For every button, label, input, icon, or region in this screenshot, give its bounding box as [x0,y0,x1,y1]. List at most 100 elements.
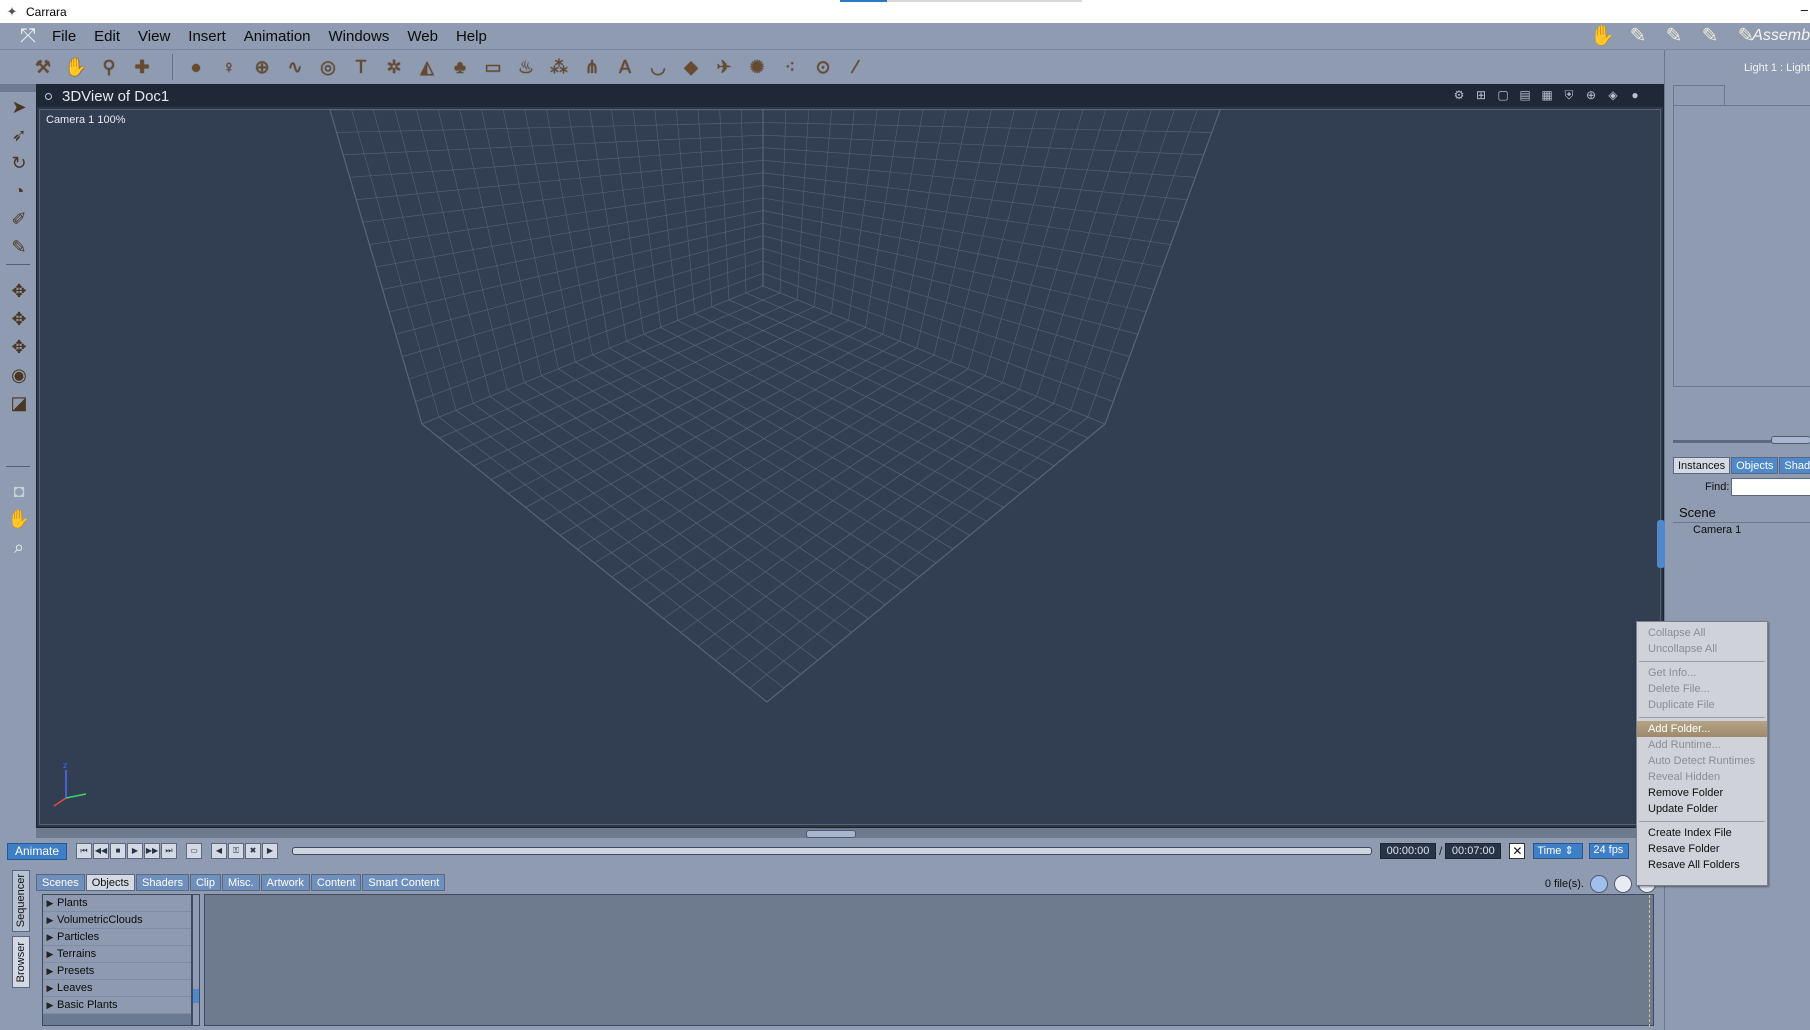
tab-shaders[interactable]: Shade [1779,457,1810,474]
move-horizontal-icon[interactable]: ✥ [6,334,32,360]
menu-edit[interactable]: Edit [94,28,120,45]
room-model-icon[interactable]: ✎ [1626,24,1650,48]
view-layout-single-icon[interactable]: ▢ [1495,87,1511,103]
spline-sphere-icon[interactable]: ⊕ [249,54,275,80]
menu-file[interactable]: File [52,28,76,45]
view-layout-two-icon[interactable]: ▤ [1517,87,1533,103]
room-storyboard-icon[interactable]: ✎ [1662,24,1686,48]
expand-triangle-icon[interactable]: ▶ [43,966,57,977]
move-xyz-icon[interactable]: ✥ [6,306,32,332]
go-to-start-icon[interactable]: ⏮ [76,843,92,859]
key-icon[interactable]: ⚿ [228,843,244,859]
text-icon[interactable]: T [348,54,374,80]
fast-forward-icon[interactable]: ▶▶ [144,843,160,859]
panel-splitter-handle[interactable] [1771,436,1810,444]
tree-item-terrains[interactable]: ▶ Terrains [43,946,191,963]
time-scrubber[interactable] [292,847,1372,855]
hand-tool-icon[interactable]: ✋ [63,54,89,80]
view-cube-icon[interactable]: ◈ [1605,87,1621,103]
tree-item-particles[interactable]: ▶ Particles [43,929,191,946]
bulb-light-icon[interactable]: ✺ [744,54,770,80]
fps-select[interactable]: 24 fps [1589,843,1630,859]
tab-clip[interactable]: Clip [189,874,221,891]
find-input[interactable] [1731,478,1810,496]
tab-artwork[interactable]: Artwork [260,874,310,891]
expand-triangle-icon[interactable]: ▶ [43,915,57,926]
plant-icon[interactable]: ♣ [447,54,473,80]
zoom-icon[interactable]: ⌕ [6,534,32,560]
menu-add-folder[interactable]: Add Folder... [1637,721,1767,737]
menu-animation[interactable]: Animation [244,28,311,45]
menu-get-info[interactable]: Get Info... [1637,665,1767,681]
room-hand-icon[interactable]: ✋ [1590,24,1615,48]
menu-reveal-hidden[interactable]: Reveal Hidden [1637,769,1767,785]
scene-item-camera[interactable]: Camera 1 [1693,524,1741,536]
agi-icon[interactable]: A [612,54,638,80]
tab-content[interactable]: Content [310,874,362,891]
box-tool-icon[interactable]: ◪ [6,390,32,416]
cone-light-icon[interactable]: ◆ [678,54,704,80]
tree-item-plants[interactable]: ▶ Plants [43,895,191,912]
view-mode-thumbs-icon[interactable] [1614,875,1632,893]
menu-duplicate-file[interactable]: Duplicate File [1637,697,1767,713]
menu-add-runtime[interactable]: Add Runtime... [1637,737,1767,753]
tab-smart-content[interactable]: Smart Content [362,874,446,891]
menu-collapse-all[interactable]: Collapse All [1637,625,1767,641]
terrain-icon[interactable]: ◭ [414,54,440,80]
view-shield-icon[interactable]: ⛨ [1561,87,1577,103]
expand-triangle-icon[interactable]: ▶ [43,1000,57,1011]
pan-hand-icon[interactable]: ✋ [6,506,32,532]
loop-icon[interactable]: ▭ [186,843,202,859]
menu-create-index-file[interactable]: Create Index File [1637,825,1767,841]
next-key-icon[interactable]: ▶ [262,843,278,859]
current-time-field[interactable]: 00:00:00 [1380,843,1436,859]
side-collapse-handle[interactable] [1657,520,1665,568]
tab-objects[interactable]: Objects [1731,457,1779,474]
tab-shaders-browser[interactable]: Shaders [136,874,189,891]
stop-icon[interactable]: ■ [110,843,126,859]
menu-delete-file[interactable]: Delete File... [1637,681,1767,697]
delete-key-icon[interactable]: ✖ [245,843,261,859]
target-icon[interactable]: ⊙ [810,54,836,80]
go-to-end-icon[interactable]: ⏭ [161,843,177,859]
tree-item-volumetricclouds[interactable]: ▶ VolumetricClouds [43,912,191,929]
camera-icon[interactable]: ◘ [6,478,32,504]
expand-triangle-icon[interactable]: ▶ [43,898,57,909]
properties-tab[interactable] [1673,85,1725,105]
menu-resave-all-folders[interactable]: Resave All Folders [1637,857,1767,873]
move-plane-icon[interactable]: ✥ [6,278,32,304]
room-texture-icon[interactable]: ✎ [1698,24,1722,48]
bones-icon[interactable]: ∿ [282,54,308,80]
select-subtool-icon[interactable]: ➶ [6,122,32,148]
rewind-icon[interactable]: ◀◀ [93,843,109,859]
view-navigate-icon[interactable]: ⊕ [1583,87,1599,103]
tree-item-presets[interactable]: ▶ Presets [43,963,191,980]
rotate-tool-icon[interactable]: ↻ [6,150,32,176]
menu-insert[interactable]: Insert [188,28,226,45]
figure-icon[interactable]: ♀ [216,54,242,80]
hair-icon[interactable]: ⋔ [579,54,605,80]
bowl-icon[interactable]: ◡ [645,54,671,80]
3d-viewport[interactable]: Camera 1 100% z [39,109,1661,825]
prev-key-icon[interactable]: ◀ [211,843,227,859]
link-icon[interactable]: ⚲ [96,54,122,80]
menu-resave-folder[interactable]: Resave Folder [1637,841,1767,857]
view-menu-dot[interactable] [45,92,52,100]
tree-scroll-thumb[interactable] [193,989,199,1003]
view-layout-four-icon[interactable]: ▦ [1539,87,1555,103]
time-mode-select[interactable]: Time ⇕ [1533,843,1584,859]
particles-icon[interactable]: ⁂ [546,54,572,80]
timeline-close-icon[interactable]: ✕ [1509,843,1526,859]
browser-content-area[interactable] [204,894,1654,1027]
menu-help[interactable]: Help [456,28,487,45]
view-settings-icon[interactable]: ⚙ [1451,87,1467,103]
eyedropper-icon[interactable]: ✎ [6,234,32,260]
menu-web[interactable]: Web [407,28,438,45]
tab-instances[interactable]: Instances [1673,457,1731,474]
wand-icon[interactable]: ⚒ [30,54,56,80]
trackball-icon[interactable]: ◉ [6,362,32,388]
view-grid-icon[interactable]: ⊞ [1473,87,1489,103]
spot-light-icon[interactable]: ✈ [711,54,737,80]
sphere-icon[interactable]: ● [183,54,209,80]
view-splitter-handle[interactable] [806,830,856,838]
